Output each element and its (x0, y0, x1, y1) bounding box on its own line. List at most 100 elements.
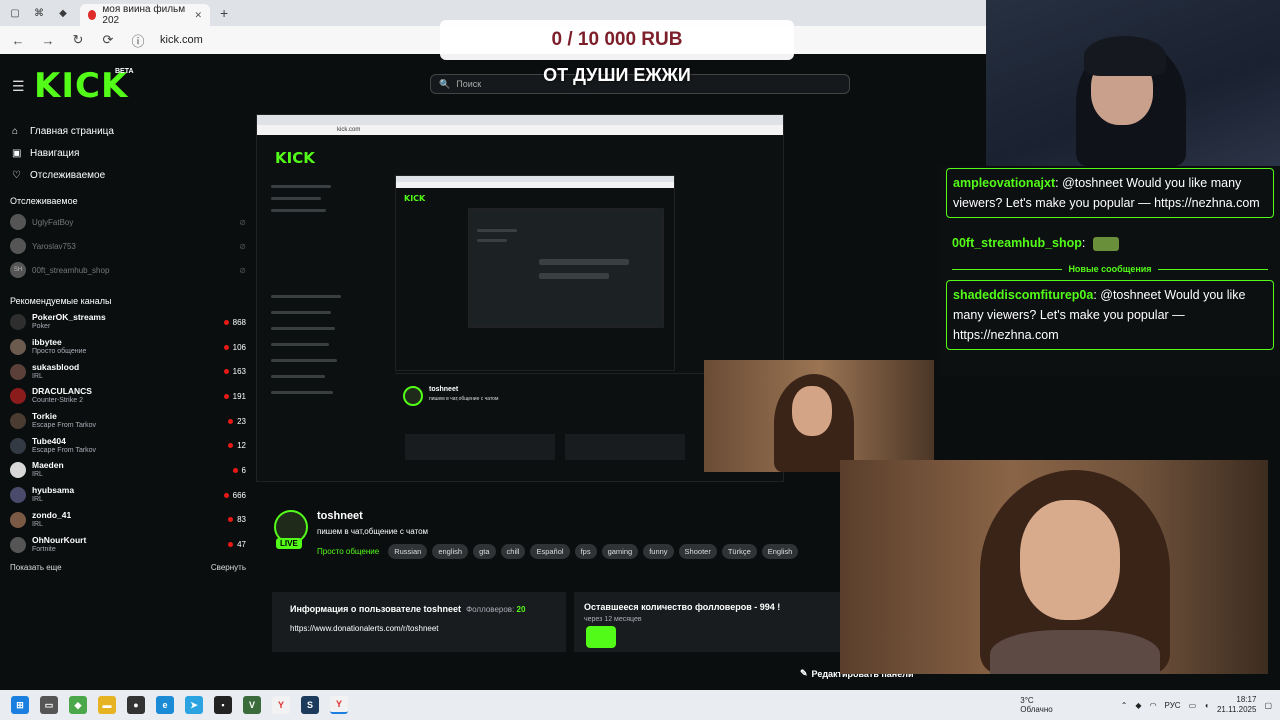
nested-list-line (271, 359, 337, 362)
url-field[interactable]: kick.com (160, 34, 203, 46)
category-link[interactable]: Просто общение (317, 547, 379, 556)
channel-category: IRL (32, 520, 43, 528)
followed-channel[interactable]: SH 00ft_streamhub_shop ⊘ (0, 258, 256, 282)
tab-active[interactable]: моя виина фильм 202 ✕ (80, 4, 210, 26)
avatar (10, 462, 26, 479)
notifications-icon[interactable]: ▢ (1264, 701, 1272, 710)
nested-list-line (271, 391, 333, 394)
telegram-icon[interactable]: ➤ (185, 696, 203, 714)
nested-list-line (271, 375, 325, 378)
recommended-channel[interactable]: Maeden IRL 6 (0, 458, 256, 483)
followed-channel[interactable]: UglyFatBoy ⊘ (0, 210, 256, 234)
volume-icon[interactable]: ◖ (1204, 701, 1209, 710)
obs-icon[interactable]: ● (127, 696, 145, 714)
stream-tag[interactable]: English (761, 544, 799, 559)
app-icon[interactable]: ◆ (69, 696, 87, 714)
weather-widget[interactable]: 3°C Облачно (1020, 696, 1052, 714)
clock[interactable]: 18:17 21.11.2025 (1217, 695, 1256, 715)
folder-icon[interactable]: ▬ (98, 696, 116, 714)
avatar: SH (10, 262, 26, 278)
sidebar-item-home[interactable]: ⌂ Главная страница (0, 120, 256, 142)
history-icon[interactable]: ↻ (70, 32, 86, 48)
task-view-icon[interactable]: ▭ (40, 696, 58, 714)
live-dot-icon (223, 344, 229, 350)
stream-tag[interactable]: Türkçe (721, 544, 757, 559)
forward-icon[interactable]: → (40, 33, 56, 48)
recommended-channel[interactable]: Tube404 Escape From Tarkov 12 (0, 433, 256, 458)
channel-text: hyubsama IRL (32, 485, 218, 505)
streamer-name[interactable]: toshneet (317, 510, 363, 522)
recommended-channel[interactable]: DRACULANCS Counter-Strike 2 191 (0, 384, 256, 409)
viewer-count-value: 106 (232, 342, 246, 352)
back-icon[interactable]: ← (10, 33, 26, 48)
collapse-link[interactable]: Свернуть (211, 563, 246, 572)
channel-text: ibbytee Просто общение (32, 337, 218, 357)
epic-icon[interactable]: ▪ (214, 696, 232, 714)
chat-username[interactable]: shadeddiscomfiturep0a (953, 288, 1093, 302)
chat-username[interactable]: 00ft_streamhub_shop (952, 236, 1082, 250)
yandex-browser-icon[interactable]: Y (330, 696, 348, 714)
compass-icon: ▣ (12, 147, 22, 159)
channel-text: PokerOK_streams Poker (32, 312, 218, 332)
recommended-channel[interactable]: zondo_41 IRL 83 (0, 508, 256, 533)
nested-avatar (403, 386, 423, 406)
stream-tag[interactable]: Russian (388, 544, 428, 559)
language-indicator[interactable]: РУС (1165, 701, 1181, 710)
weather-desc: Облачно (1020, 705, 1053, 714)
donation-link[interactable]: https://www.donationalerts.com/r/toshnee… (290, 624, 439, 633)
channel-text: zondo_41 IRL (32, 510, 222, 530)
windows-start-icon[interactable]: ⊞ (11, 696, 29, 714)
network-icon[interactable]: ▭ (1189, 701, 1197, 710)
kick-goal-icon (586, 626, 616, 648)
stream-tag[interactable]: gaming (601, 544, 639, 559)
nested-list-line (271, 343, 329, 346)
menu-icon[interactable]: ☰ (12, 78, 25, 95)
streamer-webcam (986, 0, 1280, 166)
tab-extension-icon[interactable]: ◆ (56, 6, 70, 20)
chevron-up-icon[interactable]: ⌃ (1121, 701, 1128, 710)
channel-name: PokerOK_streams (32, 312, 106, 323)
tab-pin-icon[interactable]: ⌘ (32, 6, 46, 20)
stream-tag[interactable]: Shooter (678, 544, 717, 559)
yandex-icon[interactable]: Y (272, 696, 290, 714)
stream-tag[interactable]: english (432, 544, 469, 559)
nested-info-card (405, 434, 555, 460)
reload-icon[interactable]: ⟳ (100, 32, 116, 48)
channel-name: Tube404 (32, 435, 66, 446)
recommended-list: PokerOK_streams Poker 868 ibbytee Просто общ… (0, 310, 256, 557)
tab-close-icon[interactable]: ✕ (194, 10, 202, 21)
followed-channel[interactable]: Yaroslav753 ⊘ (0, 234, 256, 258)
recommended-channel[interactable]: hyubsama IRL 666 (0, 483, 256, 508)
channel-name: Maeden (32, 460, 64, 471)
edge-icon[interactable]: e (156, 696, 174, 714)
tray-app-icon[interactable]: ◆ (1135, 701, 1141, 710)
stream-tag[interactable]: chill (500, 544, 526, 559)
avatar (10, 388, 26, 405)
sidebar-item-following[interactable]: ♡ Отслеживаемое (0, 164, 256, 186)
tab-list-icon[interactable]: ▢ (8, 6, 22, 20)
show-more-link[interactable]: Показать еще (10, 563, 62, 572)
steam-icon[interactable]: S (301, 696, 319, 714)
recommended-channel[interactable]: sukasblood IRL 163 (0, 359, 256, 384)
recommended-channel[interactable]: ibbytee Просто общение 106 (0, 335, 256, 360)
stream-tag[interactable]: Español (530, 544, 570, 559)
vpn-icon[interactable]: V (243, 696, 261, 714)
system-tray: 3°C Облачно ⌃ ◆ ◠ РУС ▭ ◖ 18:17 21.11.20… (1020, 690, 1280, 720)
stream-tag[interactable]: gta (473, 544, 496, 559)
site-info-icon[interactable]: ⓘ (130, 31, 146, 50)
sidebar-item-browse[interactable]: ▣ Навигация (0, 142, 256, 164)
overlay-title: ОТ ДУШИ ЕЖЖИ (543, 65, 691, 85)
channel-name: UglyFatBoy (32, 217, 74, 227)
chat-username[interactable]: ampleovationajxt (953, 176, 1055, 190)
recommended-channel[interactable]: PokerOK_streams Poker 868 (0, 310, 256, 335)
chat-message: 00ft_streamhub_shop: (952, 236, 1119, 251)
new-tab-button[interactable]: + (220, 5, 228, 21)
viewer-count-value: 47 (237, 540, 246, 550)
wifi-icon[interactable]: ◠ (1150, 701, 1157, 710)
stream-tag[interactable]: funny (643, 544, 674, 559)
recommended-channel[interactable]: Torkie Escape From Tarkov 23 (0, 409, 256, 434)
recommended-channel[interactable]: OhNourKourt Fortnite 47 (0, 532, 256, 557)
nested-line (539, 273, 609, 279)
stream-tag[interactable]: fps (574, 544, 597, 559)
stream-title: пишем в чат,общение с чатом (317, 527, 429, 536)
